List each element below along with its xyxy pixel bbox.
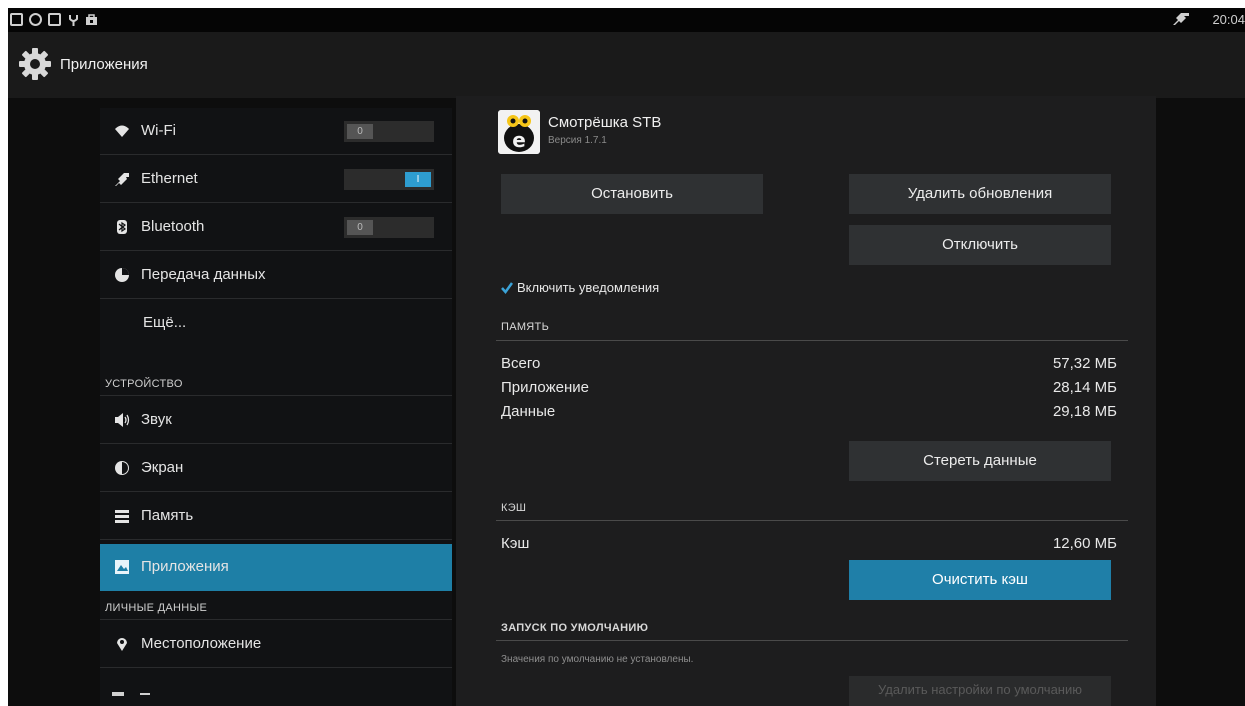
storage-total-value: 57,32 МБ: [1052, 355, 1117, 372]
sidebar-item-bluetooth[interactable]: Bluetooth 0: [100, 204, 452, 251]
ethernet-icon: [115, 173, 129, 186]
section-header-device: УСТРОЙСТВО: [105, 378, 183, 390]
app-info-pane: e Смотрёшка STB Версия 1.7.1 Остановить …: [456, 96, 1156, 706]
checkmark-icon[interactable]: [501, 282, 513, 294]
storage-app-value: 28,14 МБ: [1052, 379, 1117, 396]
sidebar-item-label: Память: [141, 507, 194, 524]
status-bar: 20:04: [8, 8, 1245, 32]
screenshot-notification-icon: [10, 13, 23, 26]
app-name: Смотрёшка STB: [548, 114, 662, 131]
sidebar-item-sound[interactable]: Звук: [100, 397, 452, 444]
launch-default-note: Значения по умолчанию не установлены.: [501, 654, 694, 665]
force-stop-button[interactable]: Остановить: [501, 174, 763, 214]
speaker-icon: [115, 413, 130, 427]
apps-icon: [115, 560, 129, 574]
sidebar-item-label: Wi-Fi: [141, 122, 176, 139]
action-bar-title: Приложения: [60, 56, 148, 73]
sidebar-item-data-usage[interactable]: Передача данных: [100, 252, 452, 299]
toggle-knob: 0: [347, 220, 373, 235]
sidebar-item-label: Ещё...: [143, 314, 187, 331]
store-notification-icon: [86, 14, 97, 25]
sidebar-item-storage[interactable]: Память: [100, 493, 452, 540]
bluetooth-toggle[interactable]: 0: [344, 217, 434, 238]
toggle-knob: I: [405, 172, 431, 187]
sidebar-item-label: Экран: [141, 459, 184, 476]
section-divider: [100, 619, 452, 620]
cache-label: Кэш: [501, 535, 530, 552]
sidebar-item-label: Звук: [141, 411, 172, 428]
storage-app-label: Приложение: [501, 379, 589, 396]
ethernet-toggle[interactable]: I: [344, 169, 434, 190]
section-divider: [496, 640, 1128, 641]
storage-data-value: 29,18 МБ: [1052, 403, 1117, 420]
section-divider: [496, 340, 1128, 341]
section-title-launch-default: ЗАПУСК ПО УМОЛЧАНИЮ: [501, 622, 649, 634]
wifi-toggle[interactable]: 0: [344, 121, 434, 142]
wifi-icon: [115, 125, 129, 137]
storage-data-label: Данные: [501, 403, 556, 420]
storage-total-label: Всего: [501, 355, 541, 372]
bluetooth-icon: [117, 220, 127, 234]
download-notification-icon: [48, 13, 61, 26]
settings-sidebar: Wi-Fi 0 Ethernet I Bluetooth 0 Передача …: [100, 108, 452, 706]
svg-text:e: e: [512, 128, 526, 152]
sync-notification-icon: [29, 13, 42, 26]
cache-value: 12,60 МБ: [1052, 535, 1117, 552]
sidebar-item-location[interactable]: Местоположение: [100, 621, 452, 668]
sidebar-item-display[interactable]: Экран: [100, 445, 452, 492]
action-bar: Приложения: [8, 32, 1245, 98]
sidebar-item-label: Передача данных: [141, 266, 266, 283]
partial-item-icon: [112, 692, 124, 696]
clock: 20:04: [1212, 12, 1245, 27]
sidebar-item-ethernet[interactable]: Ethernet I: [100, 156, 452, 203]
sidebar-item-label: Местоположение: [141, 635, 262, 652]
data-usage-icon: [115, 268, 129, 282]
notifications-label: Включить уведомления: [517, 280, 660, 295]
section-title-storage: ПАМЯТЬ: [501, 321, 550, 333]
sidebar-item-wifi[interactable]: Wi-Fi 0: [100, 108, 452, 155]
disable-button[interactable]: Отключить: [849, 225, 1111, 265]
sidebar-item-label: Приложения: [141, 558, 229, 575]
app-owl-icon: e: [498, 110, 540, 154]
ethernet-status-icon: [1173, 13, 1189, 25]
android-settings-screen: 20:04 Приложения Wi-Fi 0 Ethernet I Blue…: [8, 8, 1245, 706]
usb-notification-icon: [69, 15, 78, 26]
partial-item-label: [140, 693, 150, 695]
sidebar-item-label: Bluetooth: [141, 218, 205, 235]
app-version: Версия 1.7.1: [548, 135, 607, 146]
settings-gear-icon[interactable]: [18, 47, 52, 81]
toggle-knob: 0: [347, 124, 373, 139]
uninstall-updates-button[interactable]: Удалить обновления: [849, 174, 1111, 214]
sidebar-item-more[interactable]: Ещё...: [100, 300, 452, 347]
storage-icon: [115, 510, 129, 523]
clear-defaults-button[interactable]: Удалить настройки по умолчанию: [849, 676, 1111, 706]
location-icon: [117, 638, 127, 651]
section-title-cache: КЭШ: [501, 502, 527, 514]
display-icon: [115, 461, 129, 475]
sidebar-item-label: Ethernet: [141, 170, 198, 187]
section-divider: [496, 520, 1128, 521]
sidebar-item-apps[interactable]: Приложения: [100, 544, 452, 591]
clear-data-button[interactable]: Стереть данные: [849, 441, 1111, 481]
section-header-personal: ЛИЧНЫЕ ДАННЫЕ: [105, 602, 208, 614]
clear-cache-button[interactable]: Очистить кэш: [849, 560, 1111, 600]
section-divider: [100, 395, 452, 396]
